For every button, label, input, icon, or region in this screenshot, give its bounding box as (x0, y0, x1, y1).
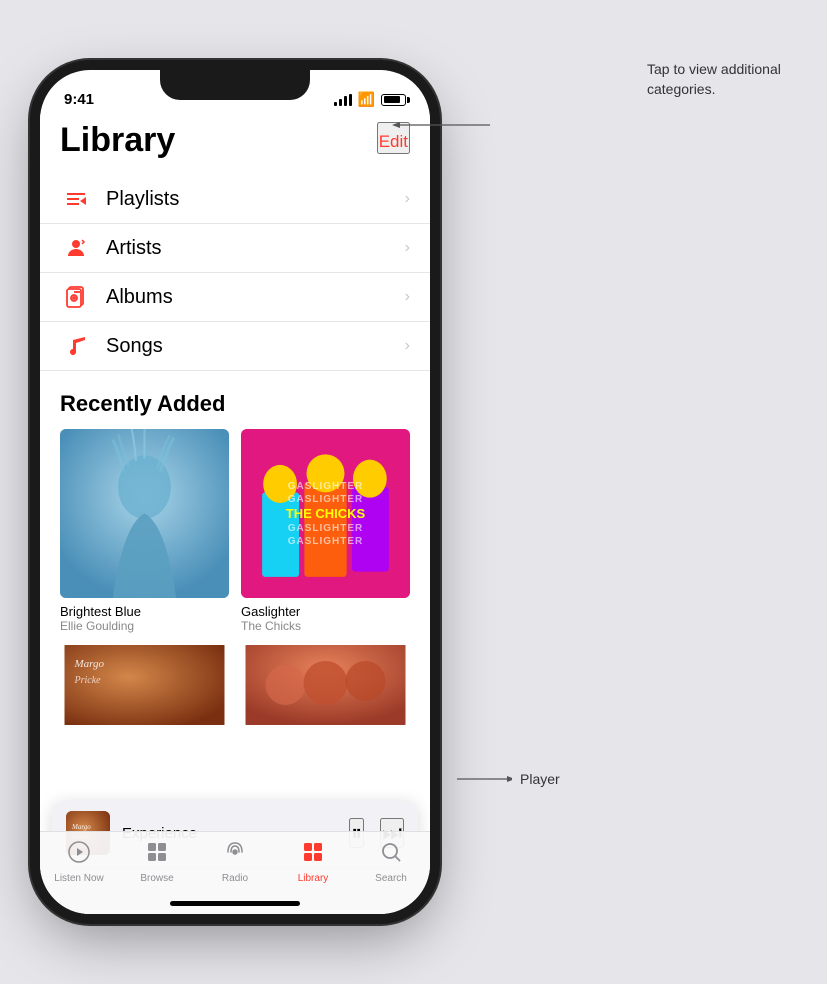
album-card-brightest-blue[interactable]: Brightest Blue Ellie Goulding (60, 429, 229, 633)
album-card-gaslighter[interactable]: GASLIGHTER GASLIGHTER THE CHICKS GASLIGH… (241, 429, 410, 633)
album-artist-brightest-blue: Ellie Goulding (60, 619, 229, 633)
tab-label-radio: Radio (222, 873, 248, 884)
status-icons: 📶 (334, 91, 406, 108)
artists-icon (60, 236, 92, 260)
page-title: Library (60, 122, 175, 159)
library-item-albums[interactable]: Albums › (40, 273, 430, 322)
svg-text:Pricke: Pricke (74, 675, 102, 686)
library-item-artists[interactable]: Artists › (40, 224, 430, 273)
songs-label: Songs (106, 335, 405, 358)
player-callout-text: Player (520, 771, 560, 787)
phone-frame: 9:41 📶 Library Edit (40, 70, 430, 914)
home-indicator (170, 901, 300, 906)
artists-label: Artists (106, 237, 405, 260)
recently-added-title: Recently Added (40, 371, 430, 429)
tab-search[interactable]: Search (352, 840, 430, 884)
battery-icon (381, 94, 406, 106)
tab-library[interactable]: Library (274, 840, 352, 884)
artists-chevron: › (405, 239, 410, 257)
songs-chevron: › (405, 337, 410, 355)
tap-callout-text: Tap to view additional categories. (647, 61, 781, 97)
album-art-margo: Margo Pricke (60, 645, 229, 725)
albums-chevron: › (405, 288, 410, 306)
album-name-gaslighter: Gaslighter (241, 604, 410, 619)
songs-icon (60, 334, 92, 358)
library-item-playlists[interactable]: Playlists › (40, 175, 430, 224)
playlists-icon (60, 187, 92, 211)
library-item-songs[interactable]: Songs › (40, 322, 430, 371)
library-header: Library Edit (40, 114, 430, 159)
albums-row2: Margo Pricke (40, 633, 430, 731)
listen-now-icon (67, 840, 91, 870)
radio-icon (223, 840, 247, 870)
notch (160, 70, 310, 100)
player-callout: Player (452, 769, 560, 789)
albums-grid: Brightest Blue Ellie Goulding (40, 429, 430, 633)
browse-icon (145, 840, 169, 870)
library-list: Playlists › Artists › (40, 175, 430, 371)
playlists-chevron: › (405, 190, 410, 208)
album-card-third[interactable] (241, 645, 410, 731)
albums-label: Albums (106, 286, 405, 309)
search-icon (379, 840, 403, 870)
tab-label-search: Search (375, 873, 407, 884)
screen: Library Edit Playlists › (40, 114, 430, 914)
wifi-icon: 📶 (358, 91, 375, 108)
tab-label-library: Library (298, 873, 329, 884)
album-artist-gaslighter: The Chicks (241, 619, 410, 633)
tab-label-listen-now: Listen Now (54, 873, 103, 884)
tab-radio[interactable]: Radio (196, 840, 274, 884)
svg-text:Margo: Margo (74, 658, 105, 670)
edit-callout (390, 110, 510, 145)
album-art-gaslighter: GASLIGHTER GASLIGHTER THE CHICKS GASLIGH… (241, 429, 410, 598)
status-time: 9:41 (64, 91, 94, 108)
tab-browse[interactable]: Browse (118, 840, 196, 884)
album-art-brightest-blue (60, 429, 229, 598)
signal-icon (334, 94, 352, 106)
album-card-margo[interactable]: Margo Pricke (60, 645, 229, 731)
album-name-brightest-blue: Brightest Blue (60, 604, 229, 619)
playlists-label: Playlists (106, 188, 405, 211)
tab-listen-now[interactable]: Listen Now (40, 840, 118, 884)
tap-callout: Tap to view additional categories. (647, 60, 807, 99)
albums-icon (60, 285, 92, 309)
tab-label-browse: Browse (140, 873, 173, 884)
album-art-third (241, 645, 410, 725)
svg-text:Margo: Margo (71, 823, 91, 831)
library-icon (301, 840, 325, 870)
